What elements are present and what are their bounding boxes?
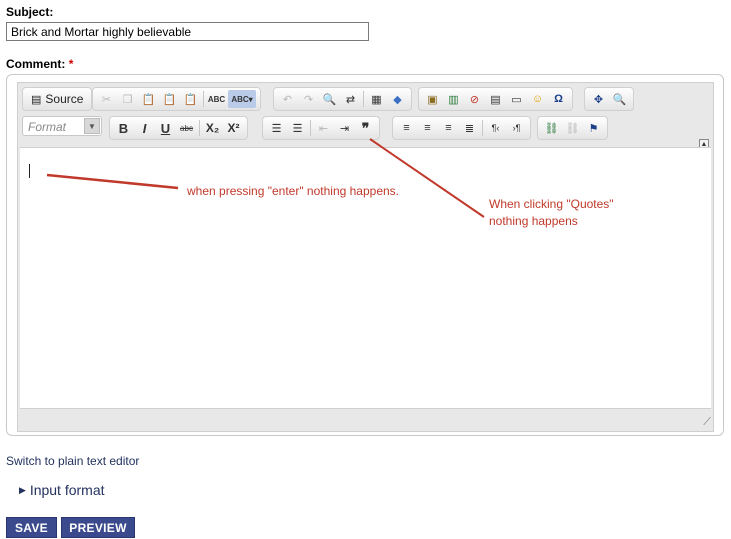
bulleted-list-icon[interactable]: ☰ [288, 119, 307, 137]
table-icon[interactable]: ▤ [486, 90, 505, 108]
switch-editor-link[interactable]: Switch to plain text editor [6, 454, 139, 468]
text-caret [29, 164, 30, 178]
toolbar-group-insert: ▣ ▥ ⊘ ▤ ▭ ☺ Ω [418, 87, 573, 111]
align-justify-icon[interactable]: ≣ [460, 119, 479, 137]
flash-icon[interactable]: ▥ [444, 90, 463, 108]
align-left-icon[interactable]: ≡ [397, 119, 416, 137]
toolbar-group-editing: ↶ ↷ 🔍 ⇄ ▦ ◆ [273, 87, 412, 111]
toolbar-group-clipboard: ✂ ❐ 📋 📋 📋 ABC ABC▾ [92, 87, 261, 111]
triangle-right-icon: ▶ [19, 485, 26, 495]
undo-icon[interactable]: ↶ [278, 90, 297, 108]
find-icon[interactable]: 🔍 [320, 90, 339, 108]
italic-button[interactable]: I [135, 119, 154, 137]
bold-button[interactable]: B [114, 119, 133, 137]
paste-word-icon[interactable]: 📋 [181, 90, 200, 108]
paste-text-icon[interactable]: 📋 [160, 90, 179, 108]
toolbar-group-align: ≡ ≡ ≡ ≣ ¶‹ ›¶ [392, 116, 531, 140]
horizontal-rule-icon[interactable]: ▭ [507, 90, 526, 108]
input-format-toggle[interactable]: ▶ Input format [19, 482, 105, 498]
preview-button[interactable]: PREVIEW [61, 517, 135, 538]
editor-frame: ▤ Source ✂ ❐ 📋 📋 📋 ABC ABC▾ ↶ ↷ 🔍 ⇄ ▦ ◆ … [17, 82, 714, 432]
underline-button[interactable]: U [156, 119, 175, 137]
image-icon[interactable]: ▣ [423, 90, 442, 108]
blockquote-button[interactable]: ❞ [356, 119, 375, 137]
special-char-icon[interactable]: Ω [549, 90, 568, 108]
link-icon[interactable]: ⛓ [542, 119, 561, 137]
resize-handle-icon[interactable]: ⟋ [703, 416, 711, 429]
no-icon[interactable]: ⊘ [465, 90, 484, 108]
annotation-enter: when pressing "enter" nothing happens. [187, 184, 399, 198]
format-select[interactable]: Format ▼ [22, 116, 102, 136]
toolbar-separator [310, 120, 311, 136]
toolbar-separator [199, 120, 200, 136]
redo-icon[interactable]: ↷ [299, 90, 318, 108]
comment-label: Comment: * [6, 57, 73, 71]
numbered-list-icon[interactable]: ☰ [267, 119, 286, 137]
smiley-icon[interactable]: ☺ [528, 90, 547, 108]
strike-button[interactable]: abc [177, 119, 196, 137]
rtl-icon[interactable]: ›¶ [507, 119, 526, 137]
input-format-label: Input format [29, 482, 105, 498]
format-placeholder: Format [28, 120, 67, 134]
ltr-icon[interactable]: ¶‹ [486, 119, 505, 137]
indent-icon[interactable]: ⇥ [335, 119, 354, 137]
remove-format-icon[interactable]: ◆ [388, 90, 407, 108]
superscript-button[interactable]: X² [224, 119, 243, 137]
toolbar-group-links: ⛓ ⛓ ⚑ [537, 116, 608, 140]
toolbar-separator [363, 91, 364, 107]
source-label: Source [45, 92, 84, 106]
toolbar-separator [203, 91, 204, 107]
preview-icon[interactable]: 🔍 [610, 90, 629, 108]
select-all-icon[interactable]: ▦ [367, 90, 386, 108]
comment-label-text: Comment: [6, 57, 66, 71]
save-button[interactable]: SAVE [6, 517, 57, 538]
subscript-button[interactable]: X₂ [203, 119, 222, 137]
subject-label: Subject: [6, 5, 54, 19]
annotation-quotes-line2: nothing happens [489, 214, 578, 228]
toolbar-separator [482, 120, 483, 136]
chevron-down-icon[interactable]: ▼ [84, 118, 100, 134]
align-center-icon[interactable]: ≡ [418, 119, 437, 137]
toolbar-group-source: ▤ Source [22, 87, 93, 111]
outdent-icon[interactable]: ⇤ [314, 119, 333, 137]
toolbar-group-basic-styles: B I U abc X₂ X² [109, 116, 248, 140]
source-button[interactable]: ▤ Source [27, 90, 87, 108]
toolbar-group-misc: ✥ 🔍 [584, 87, 634, 111]
annotation-quotes-line1: When clicking "Quotes" [489, 197, 614, 211]
replace-icon[interactable]: ⇄ [341, 90, 360, 108]
align-right-icon[interactable]: ≡ [439, 119, 458, 137]
rich-text-editor: ▤ Source ✂ ❐ 📋 📋 📋 ABC ABC▾ ↶ ↷ 🔍 ⇄ ▦ ◆ … [6, 74, 724, 436]
cut-icon[interactable]: ✂ [97, 90, 116, 108]
copy-icon[interactable]: ❐ [118, 90, 137, 108]
spellcheck-icon[interactable]: ABC [207, 90, 226, 108]
unlink-icon[interactable]: ⛓ [563, 119, 582, 137]
paste-icon[interactable]: 📋 [139, 90, 158, 108]
toolbar-group-paragraph: ☰ ☰ ⇤ ⇥ ❞ [262, 116, 380, 140]
iframe-icon[interactable]: ✥ [589, 90, 608, 108]
required-marker: * [68, 57, 74, 71]
source-icon: ▤ [31, 93, 42, 106]
anchor-flag-icon[interactable]: ⚑ [584, 119, 603, 137]
subject-input[interactable] [6, 22, 369, 41]
spellcheck-as-you-type-icon[interactable]: ABC▾ [228, 90, 256, 108]
